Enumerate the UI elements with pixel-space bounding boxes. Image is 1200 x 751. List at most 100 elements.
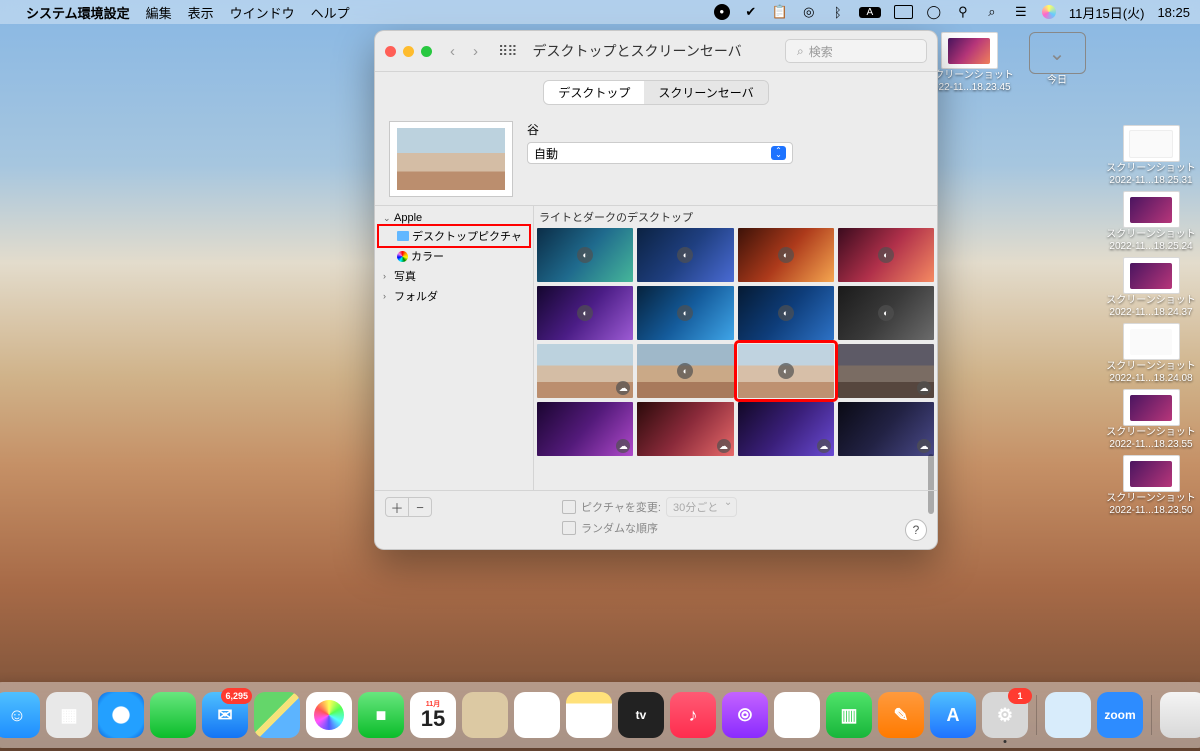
menubar-item-view[interactable]: 表示 xyxy=(188,3,214,22)
sidebar-colors[interactable]: カラー xyxy=(379,246,529,266)
wallpaper-thumb-5[interactable]: ◐ xyxy=(637,286,733,340)
search-icon[interactable]: ⌕ xyxy=(984,4,1000,20)
dock-messages[interactable] xyxy=(150,692,196,738)
dock-trash[interactable] xyxy=(1160,692,1200,738)
status-icon-airplay[interactable]: ◎ xyxy=(801,4,817,20)
sidebar-photos[interactable]: ›写真 xyxy=(379,266,529,286)
dock-appstore[interactable]: A xyxy=(930,692,976,738)
minimize-button[interactable] xyxy=(403,46,414,57)
dock-mail[interactable]: ✉6,295 xyxy=(202,692,248,738)
status-icon-tasks[interactable]: ✔︎ xyxy=(743,4,759,20)
dock-finder[interactable]: ☺ xyxy=(0,692,40,738)
desktop-file-screenshot-main[interactable]: スクリーンショット 2022-11...18.23.45 xyxy=(926,32,1012,94)
bluetooth-icon[interactable]: ᛒ xyxy=(830,5,846,20)
wallpaper-thumb-8[interactable]: ☁ xyxy=(537,344,633,398)
dock-facetime[interactable]: ■ xyxy=(358,692,404,738)
dock-safari[interactable] xyxy=(98,692,144,738)
download-icon: ☁ xyxy=(817,439,831,453)
sidebar-folders[interactable]: ›フォルダ xyxy=(379,286,529,306)
interval-dropdown: 30分ごと xyxy=(666,497,737,517)
desktop-file-3[interactable]: スクリーンショット 2022-11...18.24.37 xyxy=(1108,257,1194,319)
window-titlebar[interactable]: ‹ › ⠿⠿ デスクトップとスクリーンセーバ ⌕ 検索 xyxy=(375,31,937,72)
dock-settings[interactable]: ⚙1 xyxy=(982,692,1028,738)
dock-reminders[interactable]: ≣ xyxy=(514,692,560,738)
wallpaper-thumb-10[interactable]: ◐ xyxy=(738,344,834,398)
menubar-item-help[interactable]: ヘルプ xyxy=(311,3,350,22)
download-icon: ☁ xyxy=(616,381,630,395)
desktop-file-2[interactable]: スクリーンショット 2022-11...18.25.24 xyxy=(1108,191,1194,253)
status-icon-clipboard[interactable]: 📋 xyxy=(772,4,788,20)
dock-numbers[interactable]: ▥ xyxy=(826,692,872,738)
dock-music[interactable]: ♪ xyxy=(670,692,716,738)
back-button[interactable]: ‹ xyxy=(450,43,455,60)
wallpaper-thumb-6[interactable]: ◐ xyxy=(738,286,834,340)
wallpaper-thumb-15[interactable]: ☁ xyxy=(838,402,934,456)
tab-screensaver[interactable]: スクリーンセーバ xyxy=(644,81,767,104)
menubar-item-window[interactable]: ウインドウ xyxy=(230,3,295,22)
control-center-icon[interactable]: ☰ xyxy=(1013,4,1029,20)
help-button[interactable]: ? xyxy=(905,519,927,541)
sidebar-desktop-pictures[interactable]: デスクトップピクチャ xyxy=(377,224,531,248)
add-source-button[interactable]: ＋ xyxy=(386,498,408,516)
status-icon-circle[interactable]: ◯ xyxy=(926,4,942,20)
wallpaper-thumb-14[interactable]: ☁ xyxy=(738,402,834,456)
wallpaper-preview xyxy=(389,121,513,197)
wallpaper-thumb-2[interactable]: ◐ xyxy=(738,228,834,282)
desktop-file-5[interactable]: スクリーンショット 2022-11...18.23.55 xyxy=(1108,389,1194,451)
dock-preview[interactable] xyxy=(1045,692,1091,738)
settings-badge: 1 xyxy=(1008,688,1032,704)
show-all-icon[interactable]: ⠿⠿ xyxy=(498,43,517,60)
change-pic-checkbox[interactable]: ピクチャを変更: 30分ごと xyxy=(562,497,737,517)
desktop-file-4[interactable]: スクリーンショット 2022-11...18.24.08 xyxy=(1108,323,1194,385)
wallpaper-thumb-1[interactable]: ◐ xyxy=(637,228,733,282)
desktop-file-1[interactable]: スクリーンショット 2022-11...18.25.31 xyxy=(1108,125,1194,187)
dock-calendar[interactable]: 11月15 xyxy=(410,692,456,738)
menubar-app-name[interactable]: システム環境設定 xyxy=(26,3,130,22)
desktop-file-6[interactable]: スクリーンショット 2022-11...18.23.50 xyxy=(1108,455,1194,517)
desktop-stack-today[interactable]: ⌄ 今日 xyxy=(1014,32,1100,94)
dock-photos[interactable] xyxy=(306,692,352,738)
dock-keynote[interactable]: ✎ xyxy=(878,692,924,738)
dock-notes[interactable] xyxy=(566,692,612,738)
download-icon: ☁ xyxy=(616,439,630,453)
wallpaper-thumb-3[interactable]: ◐ xyxy=(838,228,934,282)
dock-podcasts[interactable]: ⦾ xyxy=(722,692,768,738)
maximize-button[interactable] xyxy=(421,46,432,57)
forward-button[interactable]: › xyxy=(473,43,478,60)
close-button[interactable] xyxy=(385,46,396,57)
wallpaper-thumb-0[interactable]: ◐ xyxy=(537,228,633,282)
download-icon: ☁ xyxy=(917,381,931,395)
remove-source-button[interactable]: − xyxy=(408,498,431,516)
wifi-icon[interactable]: ⚲ xyxy=(955,4,971,20)
dock-contacts[interactable] xyxy=(462,692,508,738)
siri-icon[interactable] xyxy=(1042,5,1056,19)
wallpaper-thumb-4[interactable]: ◐ xyxy=(537,286,633,340)
wallpaper-thumb-12[interactable]: ☁ xyxy=(537,402,633,456)
dock-news[interactable]: N xyxy=(774,692,820,738)
window-title: デスクトップとスクリーンセーバ xyxy=(533,41,742,61)
search-placeholder: 検索 xyxy=(809,43,833,60)
wallpaper-thumb-11[interactable]: ☁ xyxy=(838,344,934,398)
dynamic-icon: ◐ xyxy=(878,247,894,263)
status-icon-1[interactable]: ● xyxy=(714,4,730,20)
settings-window: ‹ › ⠿⠿ デスクトップとスクリーンセーバ ⌕ 検索 デスクトップ スクリーン… xyxy=(374,30,938,550)
dock-launchpad[interactable]: ▦ xyxy=(46,692,92,738)
menubar-item-edit[interactable]: 編集 xyxy=(146,3,172,22)
dock-maps[interactable] xyxy=(254,692,300,738)
wallpaper-thumb-9[interactable]: ◐ xyxy=(637,344,733,398)
dock-appletv[interactable]: tv xyxy=(618,692,664,738)
appearance-dropdown[interactable]: 自動 ⌃⌄ xyxy=(527,142,793,164)
wallpaper-thumb-7[interactable]: ◐ xyxy=(838,286,934,340)
dynamic-icon: ◐ xyxy=(778,305,794,321)
menubar: システム環境設定 編集 表示 ウインドウ ヘルプ ● ✔︎ 📋 ◎ ᛒ A ◯ … xyxy=(0,0,1200,24)
wallpaper-thumb-13[interactable]: ☁ xyxy=(637,402,733,456)
random-order-checkbox[interactable]: ランダムな順序 xyxy=(562,520,737,536)
dock-zoom[interactable]: zoom xyxy=(1097,692,1143,738)
menubar-date[interactable]: 11月15日(火) xyxy=(1069,3,1145,22)
tab-desktop[interactable]: デスクトップ xyxy=(544,81,644,104)
battery-icon[interactable] xyxy=(894,5,913,19)
search-input[interactable]: ⌕ 検索 xyxy=(785,39,927,63)
dynamic-icon: ◐ xyxy=(677,305,693,321)
menubar-time[interactable]: 18:25 xyxy=(1157,5,1190,20)
input-source-icon[interactable]: A xyxy=(859,7,881,18)
